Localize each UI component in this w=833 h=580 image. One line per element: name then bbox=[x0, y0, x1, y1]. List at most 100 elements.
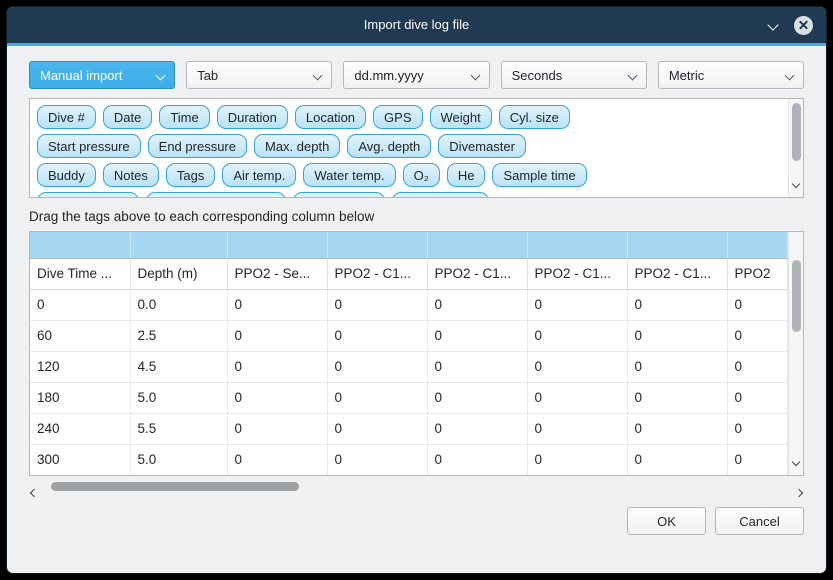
tag-weight[interactable]: Weight bbox=[430, 105, 492, 129]
tag-sample-po[interactable]: Sample pO₂ bbox=[293, 192, 385, 198]
tags-box: Dive # Date Time Duration Location GPS Weight C… bbox=[29, 98, 804, 198]
table-cell: 5.5 bbox=[130, 413, 227, 444]
tag-location[interactable]: Location bbox=[295, 105, 366, 129]
combobox-value: dd.mm.yyyy bbox=[354, 68, 471, 83]
tag-row: Start pressure End pressure Max. depth Avg.… bbox=[37, 134, 779, 158]
drop-target-cell[interactable] bbox=[227, 232, 327, 258]
tag-he[interactable]: He bbox=[447, 163, 486, 187]
table-cell: 0 bbox=[427, 351, 527, 382]
scrollbar-thumb[interactable] bbox=[51, 482, 299, 491]
cancel-button[interactable]: Cancel bbox=[715, 507, 804, 535]
table-cell: 0 bbox=[527, 413, 627, 444]
tag-divemaster[interactable]: Divemaster bbox=[438, 134, 526, 158]
drop-target-cell[interactable] bbox=[427, 232, 527, 258]
drop-target-cell[interactable] bbox=[327, 232, 427, 258]
column-header-1: Depth (m) bbox=[130, 258, 227, 289]
table-cell: 300 bbox=[30, 444, 130, 475]
tag-end-pressure[interactable]: End pressure bbox=[148, 134, 247, 158]
drop-target-cell[interactable] bbox=[627, 232, 727, 258]
tag-o[interactable]: O₂ bbox=[403, 163, 440, 187]
chevron-right-icon bbox=[795, 489, 803, 497]
table-cell: 0 bbox=[227, 382, 327, 413]
window-title: Import dive log file bbox=[7, 7, 826, 43]
titlebar-shade-button[interactable] bbox=[769, 16, 777, 34]
table-cell: 0 bbox=[227, 320, 327, 351]
table-cell: 0 bbox=[727, 351, 788, 382]
tag-date[interactable]: Date bbox=[103, 105, 152, 129]
combobox-value: Manual import bbox=[40, 68, 157, 83]
tag-gps[interactable]: GPS bbox=[373, 105, 422, 129]
tag-sample-depth[interactable]: Sample depth bbox=[37, 192, 139, 198]
combobox-value: Metric bbox=[669, 68, 786, 83]
table-cell: 4.5 bbox=[130, 351, 227, 382]
tag-sample-cns[interactable]: Sample CNS bbox=[392, 192, 489, 198]
tag-start-pressure[interactable]: Start pressure bbox=[37, 134, 141, 158]
tag-duration[interactable]: Duration bbox=[217, 105, 288, 129]
table-horizontal-scrollbar[interactable] bbox=[29, 479, 804, 495]
tag-row: Dive # Date Time Duration Location GPS Weight C… bbox=[37, 105, 779, 129]
tag-max-depth[interactable]: Max. depth bbox=[254, 134, 340, 158]
tag-water-temp[interactable]: Water temp. bbox=[303, 163, 395, 187]
close-icon[interactable] bbox=[794, 16, 813, 35]
combobox-tab[interactable]: Tab bbox=[186, 61, 332, 89]
scrollbar-thumb[interactable] bbox=[792, 260, 801, 332]
combobox-manual-import[interactable]: Manual import bbox=[29, 61, 175, 89]
table-cell: 120 bbox=[30, 351, 130, 382]
table-cell: 0 bbox=[527, 289, 627, 320]
combobox-row: Manual import Tab dd.mm.yyyy Seconds Metric bbox=[29, 61, 804, 89]
tags-vertical-scrollbar[interactable] bbox=[788, 99, 803, 197]
tag-dive[interactable]: Dive # bbox=[37, 105, 96, 129]
chevron-down-icon bbox=[792, 180, 800, 188]
drop-target-row bbox=[30, 232, 788, 258]
tag-avg-depth[interactable]: Avg. depth bbox=[347, 134, 431, 158]
table-cell: 0 bbox=[427, 382, 527, 413]
tag-sample-time[interactable]: Sample time bbox=[492, 163, 586, 187]
table-vertical-scrollbar[interactable] bbox=[788, 232, 803, 475]
drop-target-cell[interactable] bbox=[130, 232, 227, 258]
tag-tags[interactable]: Tags bbox=[166, 163, 215, 187]
drop-target-cell[interactable] bbox=[527, 232, 627, 258]
tag-time[interactable]: Time bbox=[159, 105, 209, 129]
table-row: 00.0000000 bbox=[30, 289, 788, 320]
table-cell: 0 bbox=[627, 320, 727, 351]
column-header-row: Dive Time ...Depth (m)PPO2 - Se...PPO2 -… bbox=[30, 258, 788, 289]
table-cell: 0.0 bbox=[130, 289, 227, 320]
ok-button[interactable]: OK bbox=[627, 507, 706, 535]
chevron-down-icon bbox=[785, 70, 795, 80]
tag-notes[interactable]: Notes bbox=[103, 163, 159, 187]
scroll-down-arrow[interactable] bbox=[793, 174, 799, 192]
table-cell: 5.0 bbox=[130, 444, 227, 475]
tag-buddy[interactable]: Buddy bbox=[37, 163, 96, 187]
table-cell: 0 bbox=[227, 444, 327, 475]
dialog-content: Manual importTabdd.mm.yyyySecondsMetric … bbox=[7, 46, 826, 535]
table-cell: 0 bbox=[727, 382, 788, 413]
scroll-right-arrow[interactable] bbox=[796, 483, 802, 501]
table-cell: 0 bbox=[727, 444, 788, 475]
combobox-seconds[interactable]: Seconds bbox=[501, 61, 647, 89]
drop-target-cell[interactable] bbox=[727, 232, 788, 258]
tag-sample-temperature[interactable]: Sample temperature bbox=[146, 192, 286, 198]
table-cell: 0 bbox=[627, 289, 727, 320]
combobox-dd-mm-yyyy[interactable]: dd.mm.yyyy bbox=[343, 61, 489, 89]
table-cell: 5.0 bbox=[130, 382, 227, 413]
chevron-down-icon bbox=[792, 458, 800, 466]
table-cell: 180 bbox=[30, 382, 130, 413]
scrollbar-thumb[interactable] bbox=[792, 103, 801, 161]
combobox-value: Seconds bbox=[512, 68, 629, 83]
combobox-metric[interactable]: Metric bbox=[658, 61, 804, 89]
tag-cyl-size[interactable]: Cyl. size bbox=[499, 105, 570, 129]
table-cell: 0 bbox=[327, 413, 427, 444]
scroll-left-arrow[interactable] bbox=[31, 483, 37, 501]
table-cell: 0 bbox=[30, 289, 130, 320]
table-cell: 0 bbox=[227, 413, 327, 444]
table-cell: 0 bbox=[527, 382, 627, 413]
titlebar[interactable]: Import dive log file bbox=[7, 7, 826, 43]
table-row: 2405.5000000 bbox=[30, 413, 788, 444]
column-header-7: PPO2 bbox=[727, 258, 788, 289]
table-row: 1805.0000000 bbox=[30, 382, 788, 413]
drop-target-cell[interactable] bbox=[30, 232, 130, 258]
scroll-down-arrow[interactable] bbox=[793, 452, 799, 470]
tag-air-temp[interactable]: Air temp. bbox=[222, 163, 296, 187]
tag-row: Sample depth Sample temperature Sample pO₂… bbox=[37, 192, 779, 198]
table-cell: 0 bbox=[227, 351, 327, 382]
